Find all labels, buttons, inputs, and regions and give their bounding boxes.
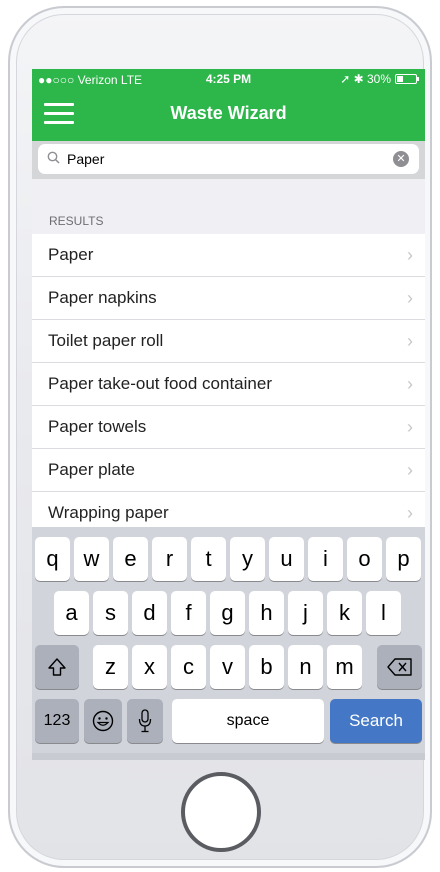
key-x[interactable]: x xyxy=(132,645,167,689)
search-area: Paper ✕ xyxy=(32,141,425,179)
key-t[interactable]: t xyxy=(191,537,226,581)
keyboard-row-1: q w e r t y u i o p xyxy=(32,537,425,581)
battery-icon xyxy=(395,74,419,84)
on-screen-keyboard: q w e r t y u i o p a s d f g h j k l z … xyxy=(32,527,425,760)
microphone-key[interactable] xyxy=(127,699,163,743)
status-bar: ●●○○○ Verizon LTE 4:25 PM ➚ ✱ 30% xyxy=(32,69,425,91)
space-key[interactable]: space xyxy=(172,699,324,743)
key-l[interactable]: l xyxy=(366,591,401,635)
list-item-label: Wrapping paper xyxy=(48,503,169,522)
chevron-right-icon: › xyxy=(407,459,413,480)
key-h[interactable]: h xyxy=(249,591,284,635)
key-f[interactable]: f xyxy=(171,591,206,635)
results-list: Paper › Paper napkins › Toilet paper roll ›… xyxy=(32,234,425,527)
list-item[interactable]: Paper plate › xyxy=(32,449,425,492)
page-title: Waste Wizard xyxy=(170,103,287,123)
home-button[interactable] xyxy=(181,772,261,852)
key-q[interactable]: q xyxy=(35,537,70,581)
key-a[interactable]: a xyxy=(54,591,89,635)
key-e[interactable]: e xyxy=(113,537,148,581)
key-c[interactable]: c xyxy=(171,645,206,689)
key-p[interactable]: p xyxy=(386,537,421,581)
key-z[interactable]: z xyxy=(93,645,128,689)
numbers-key[interactable]: 123 xyxy=(35,699,79,743)
key-n[interactable]: n xyxy=(288,645,323,689)
list-item[interactable]: Paper › xyxy=(32,234,425,277)
key-w[interactable]: w xyxy=(74,537,109,581)
spacer-band xyxy=(32,179,425,209)
list-item[interactable]: Paper napkins › xyxy=(32,277,425,320)
key-u[interactable]: u xyxy=(269,537,304,581)
chevron-right-icon: › xyxy=(407,330,413,351)
key-i[interactable]: i xyxy=(308,537,343,581)
chevron-right-icon: › xyxy=(407,502,413,523)
list-item-label: Paper towels xyxy=(48,417,147,436)
search-input[interactable]: Paper ✕ xyxy=(38,144,419,174)
phone-screen: ●●○○○ Verizon LTE 4:25 PM ➚ ✱ 30% Waste … xyxy=(32,69,425,760)
key-b[interactable]: b xyxy=(249,645,284,689)
app-header: ●●○○○ Verizon LTE 4:25 PM ➚ ✱ 30% Waste … xyxy=(32,69,425,141)
shift-arrow-icon xyxy=(48,658,66,676)
status-indicators: ➚ ✱ 30% xyxy=(340,72,391,86)
list-item[interactable]: Paper take-out food container › xyxy=(32,363,425,406)
results-header: RESULTS xyxy=(32,209,425,234)
chevron-right-icon: › xyxy=(407,244,413,265)
list-item-label: Paper plate xyxy=(48,460,135,479)
key-m[interactable]: m xyxy=(327,645,362,689)
chevron-right-icon: › xyxy=(407,373,413,394)
status-right: ➚ ✱ 30% xyxy=(340,72,419,86)
key-o[interactable]: o xyxy=(347,537,382,581)
key-g[interactable]: g xyxy=(210,591,245,635)
list-item[interactable]: Toilet paper roll › xyxy=(32,320,425,363)
key-j[interactable]: j xyxy=(288,591,323,635)
key-k[interactable]: k xyxy=(327,591,362,635)
keyboard-row-4: 123 space Search xyxy=(32,699,425,743)
microphone-icon xyxy=(138,709,152,733)
key-s[interactable]: s xyxy=(93,591,128,635)
list-item-label: Paper take-out food container xyxy=(48,374,272,393)
keyboard-bottom-edge xyxy=(32,753,425,760)
list-item-label: Paper xyxy=(48,245,94,264)
clear-search-icon[interactable]: ✕ xyxy=(393,151,409,167)
search-value: Paper xyxy=(67,151,105,167)
chevron-right-icon: › xyxy=(407,287,413,308)
key-r[interactable]: r xyxy=(152,537,187,581)
emoji-icon xyxy=(92,710,114,732)
keyboard-row-2: a s d f g h j k l xyxy=(32,591,425,635)
list-item[interactable]: Paper towels › xyxy=(32,406,425,449)
chevron-right-icon: › xyxy=(407,416,413,437)
backspace-key[interactable] xyxy=(377,645,422,689)
shift-key[interactable] xyxy=(35,645,79,689)
key-d[interactable]: d xyxy=(132,591,167,635)
emoji-key[interactable] xyxy=(84,699,122,743)
list-item[interactable]: Wrapping paper › xyxy=(32,492,425,527)
list-item-label: Toilet paper roll xyxy=(48,331,164,350)
keyboard-row-3: z x c v b n m xyxy=(32,645,425,689)
search-key[interactable]: Search xyxy=(330,699,422,743)
key-y[interactable]: y xyxy=(230,537,265,581)
list-item-label: Paper napkins xyxy=(48,288,157,307)
key-v[interactable]: v xyxy=(210,645,245,689)
backspace-icon xyxy=(386,658,412,676)
search-icon xyxy=(47,151,63,167)
